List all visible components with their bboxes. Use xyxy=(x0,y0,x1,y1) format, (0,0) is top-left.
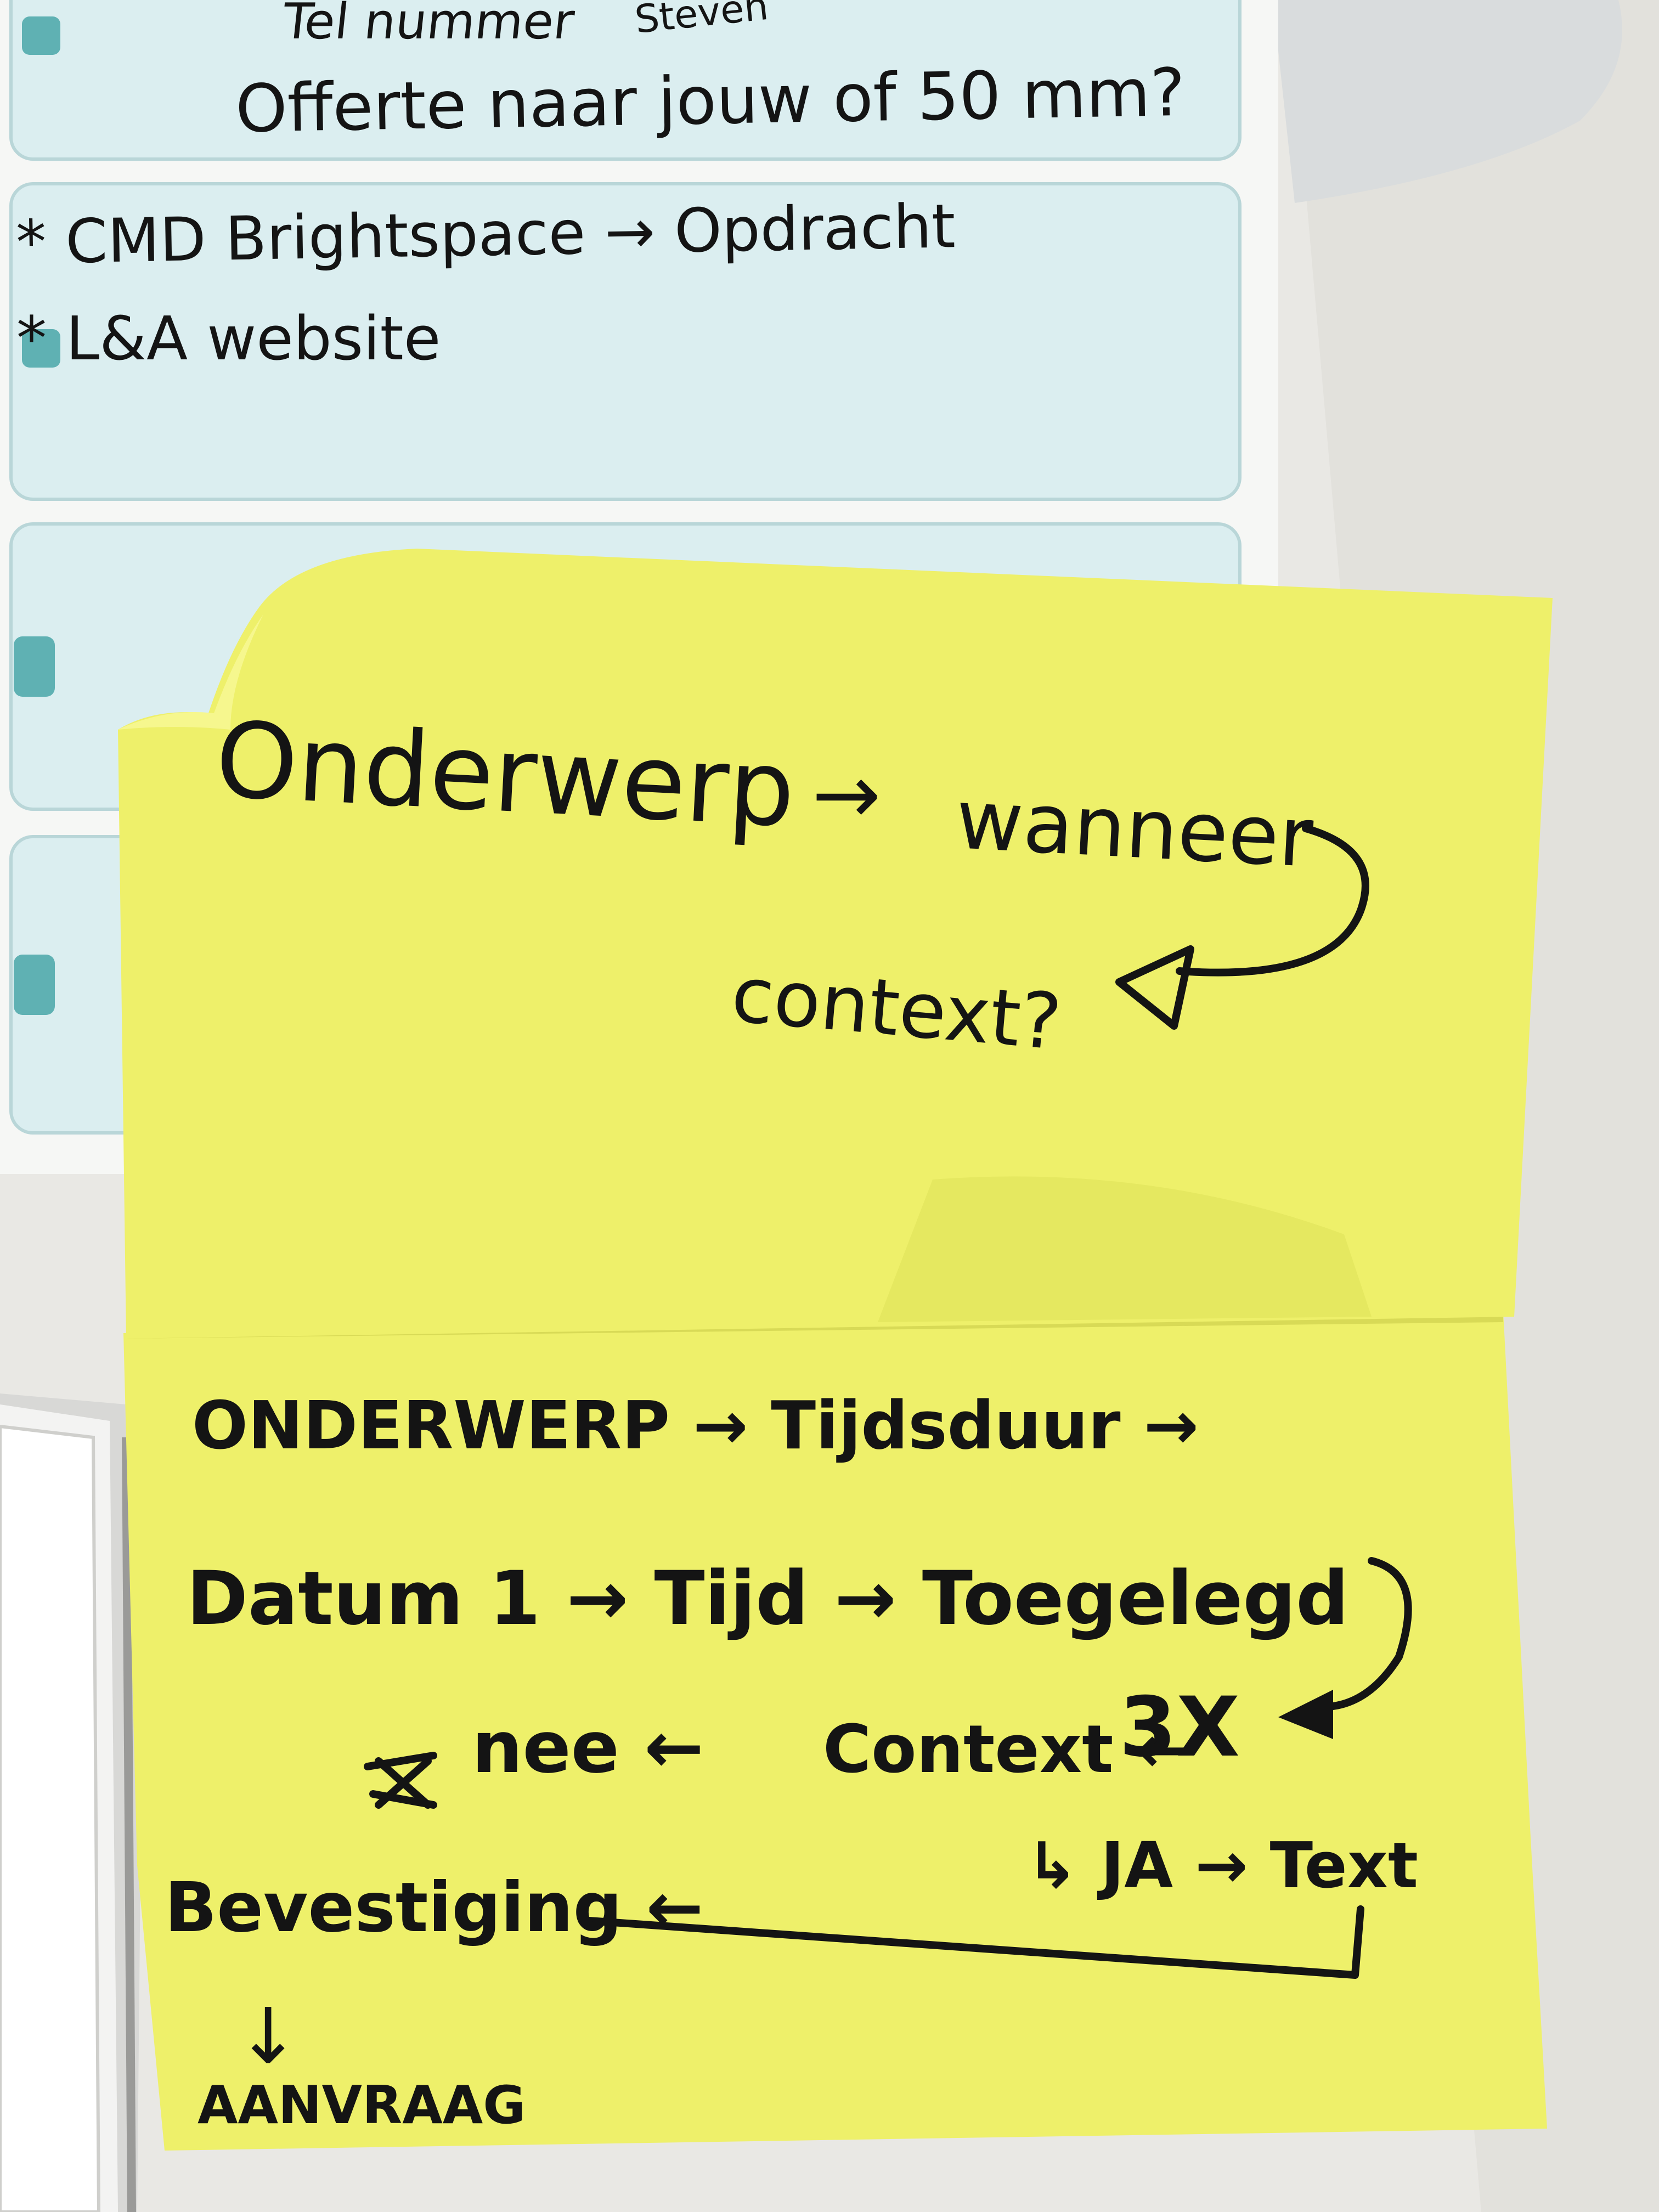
note-row-datum-tijd: Datum 1 → Tijd → Toegelegd xyxy=(187,1555,1349,1641)
note-wanneer: wanneer xyxy=(953,772,1316,886)
note-ja-text: ↳ JA → Text xyxy=(1026,1829,1418,1903)
note-arrow-1: → xyxy=(812,747,881,843)
planner-row2-line2: * L&A website xyxy=(16,303,441,374)
planner-tab xyxy=(14,636,55,697)
planner-row1-line1: Tel nummer xyxy=(279,0,577,50)
note-bevestiging: Bevestiging ← xyxy=(165,1868,703,1948)
note-aanvraag: AANVRAAG xyxy=(198,2075,526,2136)
card-stack xyxy=(0,1393,143,2212)
planner-tab xyxy=(22,16,60,55)
note-down-arrow: ↓ xyxy=(236,1992,300,2081)
note-nee: nee ← xyxy=(472,1706,704,1789)
note-context-2: Context ← xyxy=(823,1712,1192,1788)
photo-scene: Tel nummer Steven Offerte naar jouw of 5… xyxy=(0,0,1659,2212)
planner-tab xyxy=(14,955,55,1015)
note-row-onderwerp-tijdsduur: ONDERWERP → Tijdsduur → xyxy=(192,1388,1199,1464)
